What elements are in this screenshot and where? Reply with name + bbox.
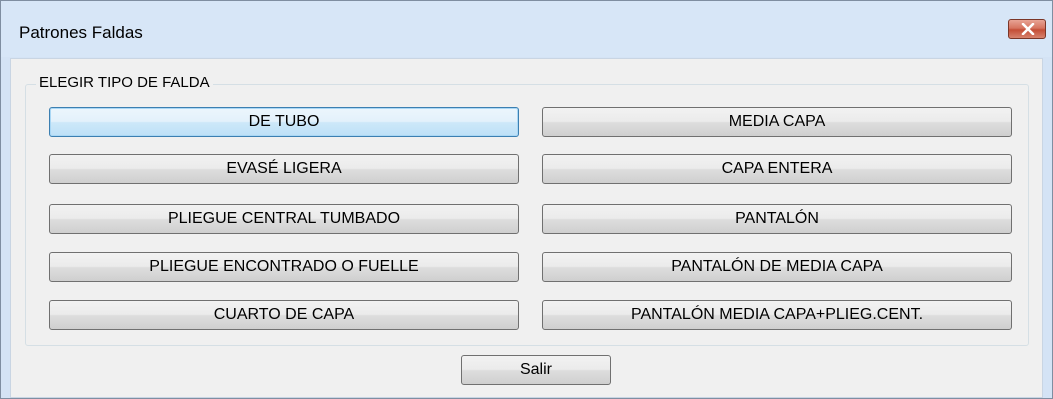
media-capa-button[interactable]: MEDIA CAPA <box>542 107 1012 137</box>
pliegue-central-tumbado-button[interactable]: PLIEGUE CENTRAL TUMBADO <box>49 204 519 234</box>
capa-entera-button[interactable]: CAPA ENTERA <box>542 154 1012 184</box>
dialog-window: Patrones Faldas ELEGIR TIPO DE FALDA DE … <box>0 0 1053 399</box>
de-tubo-button[interactable]: DE TUBO <box>49 107 519 137</box>
close-icon <box>1021 23 1035 35</box>
pantalon-media-capa-button[interactable]: PANTALÓN DE MEDIA CAPA <box>542 252 1012 282</box>
cuarto-de-capa-button[interactable]: CUARTO DE CAPA <box>49 300 519 330</box>
evase-ligera-button[interactable]: EVASÉ LIGERA <box>49 154 519 184</box>
pliegue-encontrado-fuelle-button[interactable]: PLIEGUE ENCONTRADO O FUELLE <box>49 252 519 282</box>
groupbox-label: ELEGIR TIPO DE FALDA <box>36 74 213 91</box>
pantalon-media-capa-plieg-cent-button[interactable]: PANTALÓN MEDIA CAPA+PLIEG.CENT. <box>542 300 1012 330</box>
close-button[interactable] <box>1008 19 1046 39</box>
window-title: Patrones Faldas <box>19 23 143 42</box>
dialog-client-area: ELEGIR TIPO DE FALDA DE TUBO EVASÉ LIGER… <box>10 58 1043 398</box>
pantalon-button[interactable]: PANTALÓN <box>542 204 1012 234</box>
title-bar[interactable]: Patrones Faldas <box>1 1 1052 57</box>
exit-button[interactable]: Salir <box>461 355 611 385</box>
